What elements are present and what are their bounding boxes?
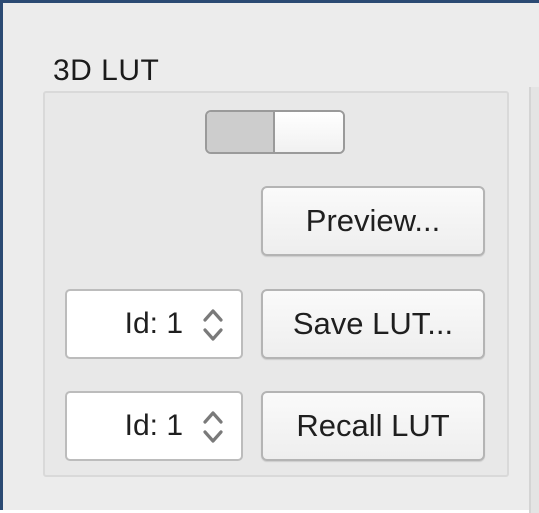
lut-enable-toggle[interactable]: [205, 110, 345, 154]
toggle-on-segment: [275, 112, 343, 152]
recall-lut-button[interactable]: Recall LUT: [261, 391, 485, 461]
recall-id-value: Id: 1: [124, 409, 183, 442]
up-down-chevron-icon[interactable]: [199, 407, 227, 447]
save-lut-button[interactable]: Save LUT...: [261, 289, 485, 359]
lut-panel-window: 3D LUT Preview... Id: 1 Save LUT... Id: …: [0, 0, 539, 513]
up-down-chevron-icon[interactable]: [199, 305, 227, 345]
adjacent-panel-edge: [529, 87, 539, 513]
save-id-value: Id: 1: [124, 307, 183, 340]
save-id-stepper[interactable]: Id: 1: [65, 289, 243, 359]
panel-title: 3D LUT: [53, 54, 160, 87]
toggle-off-segment: [207, 112, 275, 152]
recall-id-stepper[interactable]: Id: 1: [65, 391, 243, 461]
preview-button[interactable]: Preview...: [261, 186, 485, 256]
